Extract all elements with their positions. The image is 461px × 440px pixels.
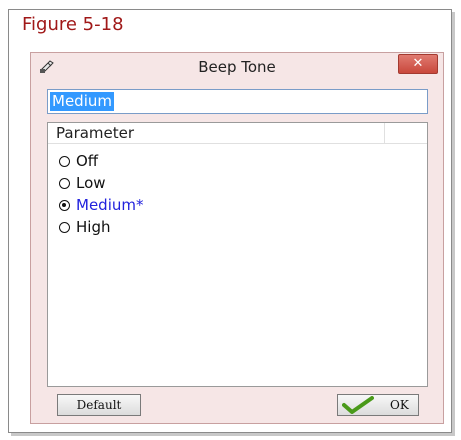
radio-icon[interactable] bbox=[59, 177, 70, 189]
options-group: Off Low Medium* High bbox=[59, 150, 143, 238]
list-header: Parameter bbox=[48, 123, 427, 144]
option-label: Off bbox=[76, 152, 99, 170]
radio-icon[interactable] bbox=[59, 199, 70, 211]
figure-caption: Figure 5-18 bbox=[22, 14, 124, 35]
radio-icon[interactable] bbox=[59, 155, 70, 167]
value-input-text: Medium bbox=[50, 92, 114, 111]
radio-icon[interactable] bbox=[59, 221, 70, 233]
dialog-title: Beep Tone bbox=[198, 58, 276, 76]
value-input[interactable]: Medium bbox=[47, 89, 428, 114]
beep-tone-dialog: Beep Tone ✕ Medium Parameter Off Low Med… bbox=[30, 52, 444, 424]
option-label: Low bbox=[76, 174, 106, 192]
title-bar: Beep Tone ✕ bbox=[31, 53, 443, 81]
close-icon: ✕ bbox=[412, 56, 424, 71]
option-low[interactable]: Low bbox=[59, 172, 143, 194]
ok-button[interactable]: OK bbox=[337, 394, 419, 416]
check-icon bbox=[342, 396, 374, 414]
default-button[interactable]: Default bbox=[57, 394, 141, 416]
option-off[interactable]: Off bbox=[59, 150, 143, 172]
option-medium[interactable]: Medium* bbox=[59, 194, 143, 216]
option-label: High bbox=[76, 218, 111, 236]
option-label: Medium* bbox=[76, 196, 144, 214]
option-high[interactable]: High bbox=[59, 216, 143, 238]
ok-button-label: OK bbox=[390, 398, 409, 412]
parameter-list[interactable]: Parameter Off Low Medium* High bbox=[47, 122, 428, 387]
parameter-column-header[interactable]: Parameter bbox=[48, 123, 385, 143]
close-button[interactable]: ✕ bbox=[398, 54, 438, 74]
